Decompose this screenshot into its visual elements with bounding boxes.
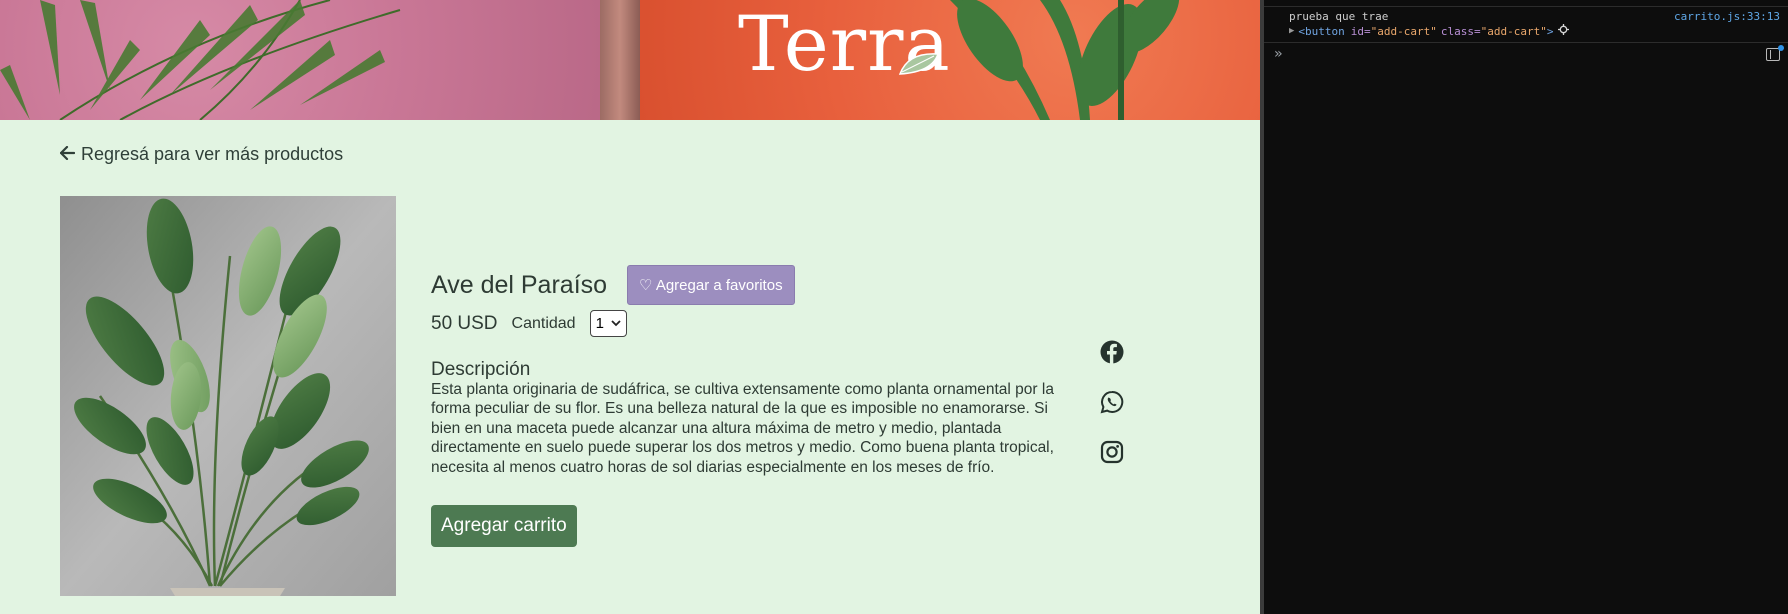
console-input-divider bbox=[1264, 42, 1788, 43]
console-log-message: prueba que trae bbox=[1289, 10, 1389, 23]
product-image bbox=[60, 196, 396, 596]
hero-banner: Terra bbox=[0, 0, 1260, 120]
element-tag-close: > bbox=[1546, 24, 1554, 38]
console-source-link[interactable]: carrito.js:33:13 bbox=[1674, 10, 1780, 23]
notification-dot bbox=[1778, 45, 1784, 51]
social-links bbox=[1100, 340, 1124, 464]
quantity-label: Cantidad bbox=[511, 314, 576, 332]
inspect-node-icon[interactable] bbox=[1557, 24, 1569, 38]
description-heading: Descripción bbox=[431, 359, 531, 380]
element-id-value: "add-cart" bbox=[1370, 24, 1437, 38]
console-element-node[interactable]: ▶ <button id= "add-cart" class= "add-cart"… bbox=[1289, 24, 1569, 38]
quantity-select[interactable]: 1 bbox=[589, 310, 627, 337]
devtools-console: prueba que trae carrito.js:33:13 ▶ <butt… bbox=[1264, 0, 1788, 614]
back-to-products-link[interactable]: Regresá para ver más productos bbox=[59, 144, 344, 165]
element-id-attr: id= bbox=[1350, 24, 1371, 38]
facebook-icon[interactable] bbox=[1100, 340, 1124, 364]
whatsapp-icon[interactable] bbox=[1100, 390, 1124, 414]
product-title: Ave del Paraíso bbox=[431, 270, 608, 299]
description-text: Esta planta originaria de sudáfrica, se … bbox=[431, 381, 1054, 476]
arrow-left-icon bbox=[59, 144, 76, 165]
web-page: Terra Regresá para ver más productos Ave… bbox=[0, 0, 1260, 614]
back-link-label: Regresá para ver más productos bbox=[81, 144, 344, 164]
element-class-value: "add-cart" bbox=[1480, 24, 1547, 38]
element-tag-open: <button bbox=[1298, 24, 1345, 38]
chevron-down-icon bbox=[610, 318, 621, 330]
add-to-favorites-button[interactable]: ♡ Agregar a favoritos bbox=[627, 265, 795, 305]
quantity-value: 1 bbox=[595, 315, 604, 332]
console-divider bbox=[1264, 6, 1788, 7]
hero-foliage-illustration bbox=[0, 0, 1180, 120]
console-prompt[interactable]: » bbox=[1274, 46, 1282, 62]
instagram-icon[interactable] bbox=[1100, 440, 1124, 464]
expand-triangle-icon[interactable]: ▶ bbox=[1289, 26, 1294, 36]
product-title-row: Ave del Paraíso ♡ Agregar a favoritos bbox=[431, 265, 795, 305]
add-to-cart-button[interactable]: Agregar carrito bbox=[431, 505, 577, 547]
logo-leaf-icon bbox=[898, 53, 940, 75]
price-row: 50 USD Cantidad 1 bbox=[431, 310, 627, 337]
product-price: 50 USD bbox=[431, 312, 498, 334]
element-class-attr: class= bbox=[1440, 24, 1481, 38]
